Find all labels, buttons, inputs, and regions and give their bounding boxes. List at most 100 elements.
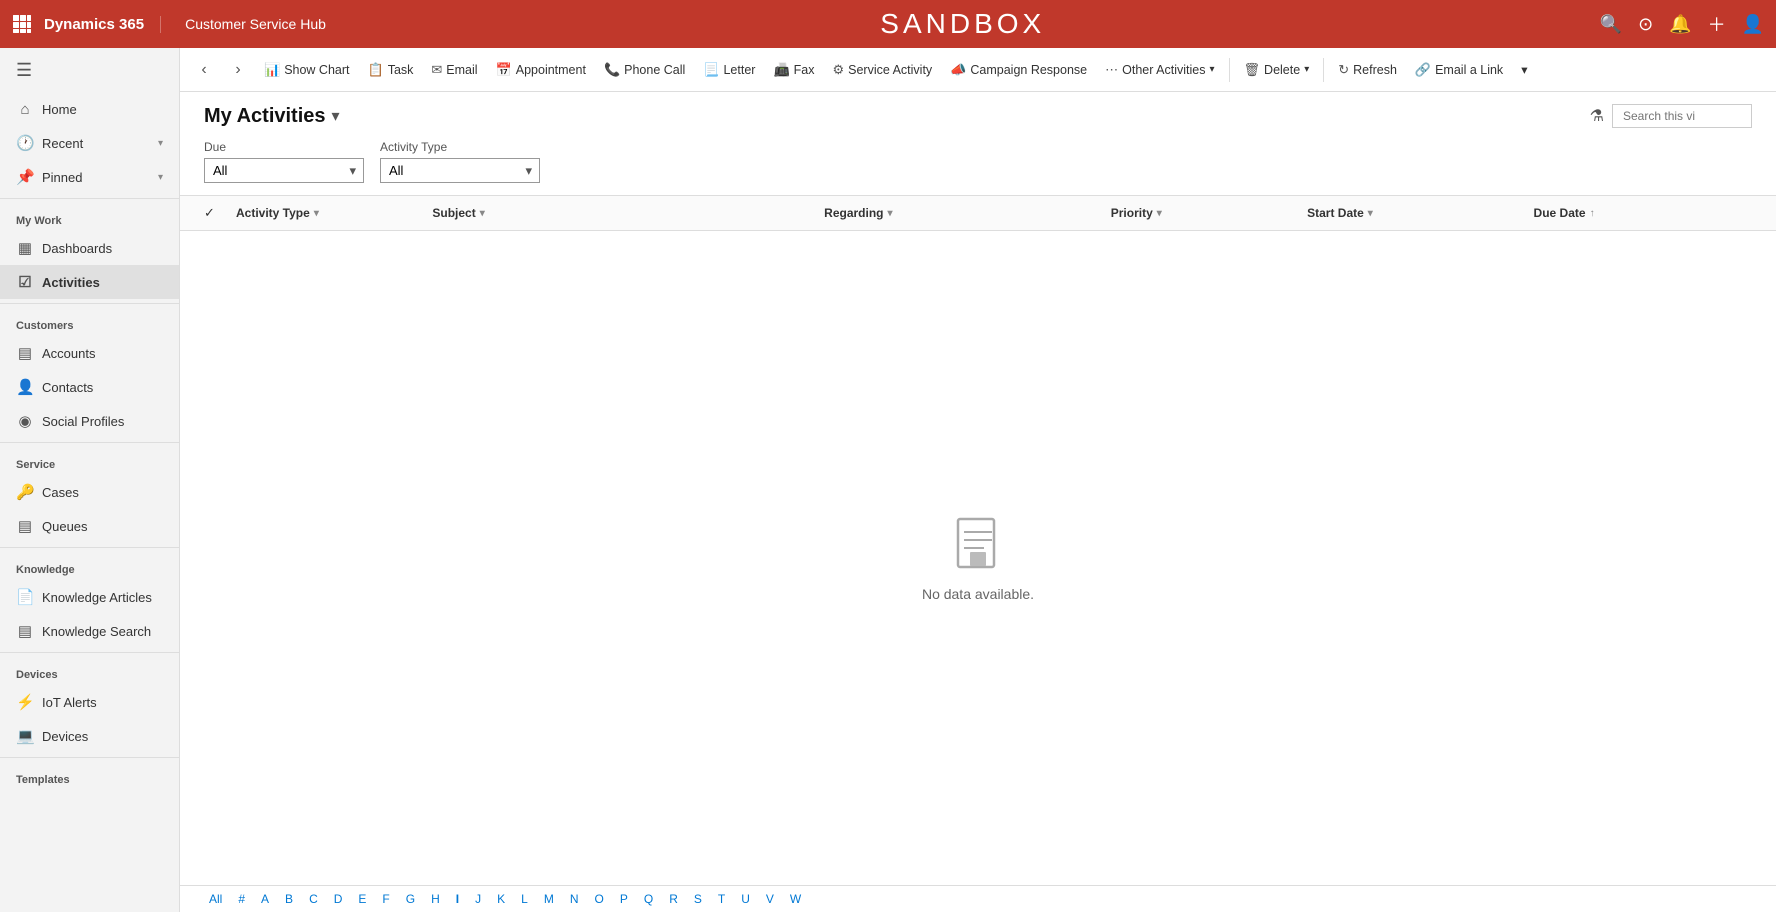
sort-due-date-icon: ↑ (1590, 208, 1595, 219)
page-letter-all[interactable]: All (204, 890, 227, 908)
sidebar-item-contacts[interactable]: 👤 Contacts (0, 370, 179, 404)
knowledge-search-icon: ▤ (16, 622, 34, 640)
col-header-subject[interactable]: Subject ▾ (424, 206, 816, 220)
cases-icon: 🔑 (16, 483, 34, 501)
page-letter-i[interactable]: I (451, 890, 464, 908)
my-work-label: My Work (0, 203, 179, 231)
page-letter-c[interactable]: C (304, 890, 323, 908)
page-header: My Activities ▾ ⚗ (180, 92, 1776, 136)
page-letter-f[interactable]: F (377, 890, 394, 908)
page-letter-n[interactable]: N (565, 890, 584, 908)
settings-circle-icon[interactable]: ⊙ (1638, 14, 1653, 35)
sidebar-item-devices[interactable]: 💻 Devices (0, 719, 179, 753)
page-letter-o[interactable]: O (590, 890, 609, 908)
search-input[interactable] (1612, 104, 1752, 128)
divider-4 (0, 547, 179, 548)
phone-call-button[interactable]: 📞 Phone Call (596, 56, 693, 84)
due-label: Due (204, 140, 364, 154)
page-letter-u[interactable]: U (736, 890, 755, 908)
bell-icon[interactable]: 🔔 (1669, 14, 1691, 35)
page-letter-v[interactable]: V (761, 890, 779, 908)
activity-type-select[interactable]: All (380, 158, 540, 183)
user-icon[interactable]: 👤 (1742, 14, 1764, 35)
col-header-priority[interactable]: Priority ▾ (1103, 206, 1299, 220)
page-letter-r[interactable]: R (664, 890, 683, 908)
col-header-start-date[interactable]: Start Date ▾ (1299, 206, 1525, 220)
fax-button[interactable]: 📠 Fax (765, 56, 822, 84)
page-letter-k[interactable]: K (492, 890, 510, 908)
forward-button[interactable]: › (222, 54, 254, 86)
show-chart-button[interactable]: 📊 Show Chart (256, 56, 358, 84)
due-select[interactable]: All (204, 158, 364, 183)
page-letter-q[interactable]: Q (639, 890, 658, 908)
sidebar-item-home[interactable]: ⌂ Home (0, 93, 179, 126)
service-activity-button[interactable]: ⚙ Service Activity (824, 56, 940, 84)
cases-label: Cases (42, 485, 79, 500)
sidebar-item-social-profiles[interactable]: ◉ Social Profiles (0, 404, 179, 438)
customers-label: Customers (0, 308, 179, 336)
contacts-icon: 👤 (16, 378, 34, 396)
select-all-check[interactable]: ✓ (204, 205, 228, 221)
sidebar-item-activities[interactable]: ☑ Activities (0, 265, 179, 299)
filter-icon[interactable]: ⚗ (1590, 106, 1604, 126)
page-letter-t[interactable]: T (713, 890, 730, 908)
empty-state-icon (948, 514, 1008, 574)
plus-icon[interactable]: ＋ (1708, 11, 1726, 37)
page-title: My Activities (204, 105, 326, 128)
other-activities-button[interactable]: ⋯ Other Activities ▾ (1097, 56, 1222, 84)
page-letter-d[interactable]: D (329, 890, 348, 908)
email-icon: ✉ (431, 62, 442, 78)
back-button[interactable]: ‹ (188, 54, 220, 86)
page-letter-g[interactable]: G (401, 890, 420, 908)
page-letter-a[interactable]: A (256, 890, 274, 908)
sidebar-item-queues[interactable]: ▤ Queues (0, 509, 179, 543)
activity-type-select-wrap: All (380, 158, 540, 183)
pinned-label: Pinned (42, 170, 82, 185)
page-letter-w[interactable]: W (785, 890, 806, 908)
accounts-icon: ▤ (16, 344, 34, 362)
social-profiles-icon: ◉ (16, 412, 34, 430)
sidebar-item-dashboards[interactable]: ▦ Dashboards (0, 231, 179, 265)
more-options-button[interactable]: ▾ (1513, 56, 1535, 83)
col-header-regarding[interactable]: Regarding ▾ (816, 206, 1103, 220)
delete-chevron-icon: ▾ (1304, 64, 1309, 75)
knowledge-articles-label: Knowledge Articles (42, 590, 152, 605)
page-letter-p[interactable]: P (615, 890, 633, 908)
task-icon: 📋 (368, 62, 384, 78)
campaign-response-button[interactable]: 📣 Campaign Response (942, 56, 1095, 84)
sort-priority-icon: ▾ (1157, 208, 1162, 219)
letter-button[interactable]: 📃 Letter (695, 56, 763, 84)
page-letter-s[interactable]: S (689, 890, 707, 908)
sidebar-item-accounts[interactable]: ▤ Accounts (0, 336, 179, 370)
page-letter-#[interactable]: # (233, 890, 250, 908)
sidebar-item-knowledge-articles[interactable]: 📄 Knowledge Articles (0, 580, 179, 614)
empty-state: No data available. (180, 231, 1776, 885)
hamburger-icon[interactable]: ☰ (0, 48, 179, 93)
sidebar-item-cases[interactable]: 🔑 Cases (0, 475, 179, 509)
appointment-button[interactable]: 📅 Appointment (488, 56, 594, 84)
task-button[interactable]: 📋 Task (360, 56, 422, 84)
delete-button[interactable]: 🗑 Delete ▾ (1236, 56, 1318, 84)
page-letter-h[interactable]: H (426, 890, 445, 908)
sidebar-item-iot-alerts[interactable]: ⚡ IoT Alerts (0, 685, 179, 719)
refresh-button[interactable]: ↻ Refresh (1330, 56, 1405, 84)
page-title-chevron-icon[interactable]: ▾ (332, 106, 340, 126)
divider-6 (0, 757, 179, 758)
sidebar-item-knowledge-search[interactable]: ▤ Knowledge Search (0, 614, 179, 648)
appointment-icon: 📅 (496, 62, 512, 78)
col-header-activity-type[interactable]: Activity Type ▾ (228, 206, 424, 220)
page-letter-j[interactable]: J (470, 890, 486, 908)
page-letter-e[interactable]: E (353, 890, 371, 908)
search-icon[interactable]: 🔍 (1600, 14, 1622, 35)
page-letter-b[interactable]: B (280, 890, 298, 908)
nav-grid-icon[interactable] (12, 14, 32, 34)
email-link-button[interactable]: 🔗 Email a Link (1407, 56, 1511, 84)
sidebar-item-recent[interactable]: 🕐 Recent ▾ (0, 126, 179, 160)
refresh-icon: ↻ (1338, 62, 1349, 78)
page-letter-l[interactable]: L (516, 890, 533, 908)
command-bar: ‹ › 📊 Show Chart 📋 Task ✉ Email 📅 Appoin… (180, 48, 1776, 92)
email-button[interactable]: ✉ Email (423, 56, 485, 84)
sidebar-item-pinned[interactable]: 📌 Pinned ▾ (0, 160, 179, 194)
page-letter-m[interactable]: M (539, 890, 559, 908)
col-header-due-date[interactable]: Due Date ↑ (1526, 206, 1752, 220)
